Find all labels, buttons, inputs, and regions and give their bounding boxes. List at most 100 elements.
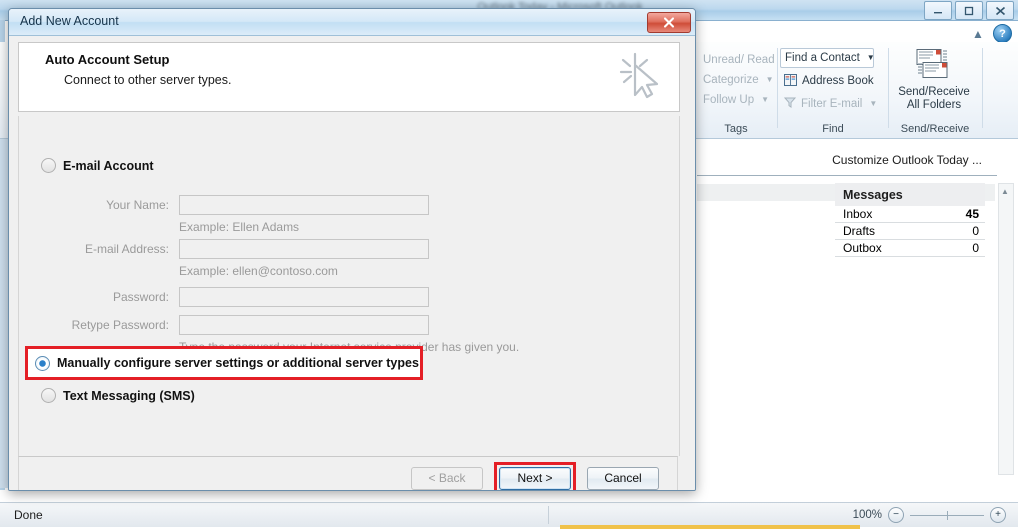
- zoom-slider-tick: [947, 510, 948, 520]
- form-row-your-name: Your Name:: [59, 194, 659, 216]
- ribbon-item-label: Unread/ Read: [703, 54, 775, 66]
- chevron-down-icon: ▼: [866, 53, 875, 62]
- ribbon-group-label-send-receive: Send/Receive: [900, 123, 970, 135]
- password-input[interactable]: [179, 287, 429, 307]
- cancel-button[interactable]: Cancel: [587, 466, 659, 490]
- radio-manual-config-highlighted[interactable]: Manually configure server settings or ad…: [25, 346, 423, 380]
- today-scrollbar[interactable]: ▲: [998, 183, 1014, 475]
- close-icon: [663, 17, 675, 28]
- retype-password-input[interactable]: [179, 315, 429, 335]
- envelopes-icon: [914, 48, 954, 84]
- dialog-title: Add New Account: [20, 14, 119, 28]
- email-address-label: E-mail Address:: [84, 242, 169, 256]
- radio-text-messaging[interactable]: Text Messaging (SMS): [41, 388, 195, 403]
- window-controls: [924, 1, 1014, 20]
- funnel-icon: [783, 97, 797, 111]
- messages-card: Messages Inbox 45 Drafts 0 Outbox 0: [835, 183, 985, 257]
- radio-email-account[interactable]: E-mail Account: [41, 158, 154, 173]
- minimize-icon[interactable]: [924, 1, 952, 20]
- customize-outlook-today-link[interactable]: Customize Outlook Today ...: [832, 153, 982, 167]
- restore-icon[interactable]: [955, 1, 983, 20]
- row-count: 0: [972, 224, 979, 238]
- zoom-控件: 100% − +: [853, 507, 1018, 523]
- form-row-email-address: E-mail Address:: [59, 238, 659, 260]
- ribbon-group-send-receive: Send/Receive All Folders Send/Receive: [890, 42, 980, 138]
- row-count: 0: [972, 241, 979, 255]
- dialog-subheading: Connect to other server types.: [64, 73, 232, 87]
- ribbon-item-label: Address Book: [802, 75, 874, 87]
- messages-row-drafts[interactable]: Drafts 0: [835, 223, 985, 240]
- ribbon-item-label: Follow Up: [703, 94, 755, 106]
- send-receive-label-line1: Send/Receive: [898, 86, 970, 98]
- ribbon-group-label-tags: Tags: [724, 123, 748, 135]
- row-label: Drafts: [843, 224, 876, 238]
- radio-button-icon: [41, 388, 56, 403]
- row-count: 45: [965, 207, 979, 221]
- dialog-header-panel: Auto Account Setup Connect to other serv…: [18, 42, 680, 112]
- radio-button-selected-icon: [35, 355, 50, 371]
- your-name-label: Your Name:: [106, 198, 169, 212]
- next-button[interactable]: Next >: [499, 466, 571, 490]
- messages-header: Messages: [835, 183, 985, 206]
- cursor-click-icon: [613, 48, 669, 104]
- your-name-hint: Example: Ellen Adams: [179, 220, 300, 234]
- radio-button-icon: [41, 158, 56, 173]
- ribbon-item-unread-read[interactable]: Unread/ Read: [699, 50, 779, 70]
- ribbon-separator: [982, 48, 983, 128]
- messages-row-outbox[interactable]: Outbox 0: [835, 240, 985, 257]
- today-divider: [697, 175, 997, 176]
- find-a-contact-input[interactable]: Find a Contact ▼: [780, 48, 875, 68]
- send-receive-label-line2: All Folders: [906, 99, 962, 111]
- chevron-down-icon: ▼: [761, 95, 770, 104]
- email-address-hint: Example: ellen@contoso.com: [179, 264, 338, 278]
- ribbon-help-row: ▲ ?: [971, 24, 1012, 43]
- dialog-body: Auto Account Setup Connect to other serv…: [9, 36, 695, 490]
- ribbon-item-label: Categorize: [703, 74, 759, 86]
- close-icon[interactable]: [986, 1, 1014, 20]
- outlook-today-pane: Customize Outlook Today ... Messages Inb…: [697, 139, 1018, 488]
- ribbon-group-tags: Unread/ Read Categorize ▼ Follow Up ▼ Ta…: [697, 42, 775, 138]
- form-row-password: Password:: [59, 286, 659, 308]
- email-address-input[interactable]: [179, 239, 429, 259]
- scroll-up-arrow-icon[interactable]: ▲: [999, 184, 1011, 198]
- retype-password-label: Retype Password:: [71, 318, 169, 332]
- zoom-slider[interactable]: [910, 510, 984, 520]
- row-label: Inbox: [843, 207, 873, 221]
- send-receive-all-folders-button[interactable]: Send/Receive All Folders: [890, 46, 978, 112]
- ribbon-item-label: Filter E-mail: [801, 98, 863, 110]
- add-new-account-dialog: Add New Account Auto Account Setup Conne…: [8, 8, 696, 491]
- radio-manual-config-label: Manually configure server settings or ad…: [57, 356, 419, 370]
- chevron-up-icon[interactable]: ▲: [971, 27, 985, 41]
- help-icon[interactable]: ?: [993, 24, 1012, 43]
- ribbon-item-categorize[interactable]: Categorize ▼: [699, 70, 779, 90]
- ribbon-separator: [777, 48, 778, 128]
- back-button[interactable]: < Back: [411, 466, 483, 490]
- ribbon-item-label: Find a Contact: [785, 52, 860, 64]
- ribbon-group-label-find: Find: [822, 123, 844, 135]
- radio-text-messaging-label: Text Messaging (SMS): [63, 388, 195, 403]
- dialog-heading: Auto Account Setup: [45, 52, 170, 67]
- status-text: Done: [14, 508, 43, 522]
- chevron-down-icon: ▼: [765, 75, 774, 84]
- account-form: Your Name: Example: Ellen Adams E-mail A…: [59, 194, 659, 358]
- zoom-percent-label: 100%: [852, 509, 882, 521]
- your-name-input[interactable]: [179, 195, 429, 215]
- dialog-main-panel: E-mail Account Your Name: Example: Ellen…: [18, 116, 680, 456]
- status-divider: [547, 506, 549, 524]
- outlook-status-bar: Done 100% − +: [0, 502, 1018, 527]
- ribbon-separator: [888, 48, 889, 128]
- ribbon-item-follow-up[interactable]: Follow Up ▼: [699, 90, 779, 110]
- messages-row-inbox[interactable]: Inbox 45: [835, 206, 985, 223]
- zoom-out-button[interactable]: −: [888, 507, 904, 523]
- ribbon-item-filter-email[interactable]: Filter E-mail ▼: [780, 94, 881, 114]
- radio-email-account-label: E-mail Account: [63, 158, 154, 173]
- ribbon-item-address-book[interactable]: Address Book: [780, 71, 881, 91]
- customize-link-label: Customize Outlook Today ...: [832, 153, 982, 167]
- form-row-retype-password: Retype Password:: [59, 314, 659, 336]
- next-button-highlight: Next >: [494, 461, 576, 490]
- dialog-titlebar: Add New Account: [9, 9, 695, 36]
- zoom-in-button[interactable]: +: [990, 507, 1006, 523]
- dialog-close-button[interactable]: [647, 12, 691, 33]
- dialog-footer: < Back Next > Cancel: [18, 456, 678, 490]
- taskbar-peek: [560, 525, 860, 529]
